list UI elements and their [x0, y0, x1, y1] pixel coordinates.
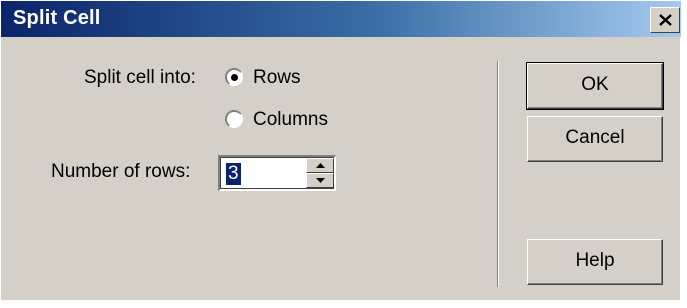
split-cell-into-label: Split cell into: [84, 67, 196, 88]
columns-radio[interactable] [225, 110, 243, 128]
columns-radio-label[interactable]: Columns [253, 109, 328, 131]
number-of-rows-stepper[interactable]: 3 [218, 155, 336, 191]
arrow-up-icon [316, 163, 325, 168]
spin-down-button[interactable] [306, 173, 334, 188]
cancel-button[interactable]: Cancel [527, 116, 663, 162]
rows-radio[interactable] [225, 68, 243, 86]
vertical-separator-highlight [498, 61, 499, 287]
close-icon [659, 14, 672, 26]
split-cell-dialog: Split Cell Split cell into: Rows Columns… [0, 0, 681, 300]
rows-radio-label[interactable]: Rows [253, 67, 301, 89]
window-title: Split Cell [13, 7, 101, 29]
ok-button[interactable]: OK [526, 62, 664, 110]
arrow-down-icon [316, 178, 325, 183]
spin-up-button[interactable] [306, 158, 334, 173]
close-button[interactable] [650, 7, 680, 33]
radio-selected-dot [231, 74, 238, 81]
number-of-rows-input[interactable]: 3 [226, 163, 241, 185]
number-of-rows-label: Number of rows: [51, 161, 191, 182]
help-button[interactable]: Help [527, 239, 663, 285]
title-bar[interactable]: Split Cell [1, 1, 681, 37]
